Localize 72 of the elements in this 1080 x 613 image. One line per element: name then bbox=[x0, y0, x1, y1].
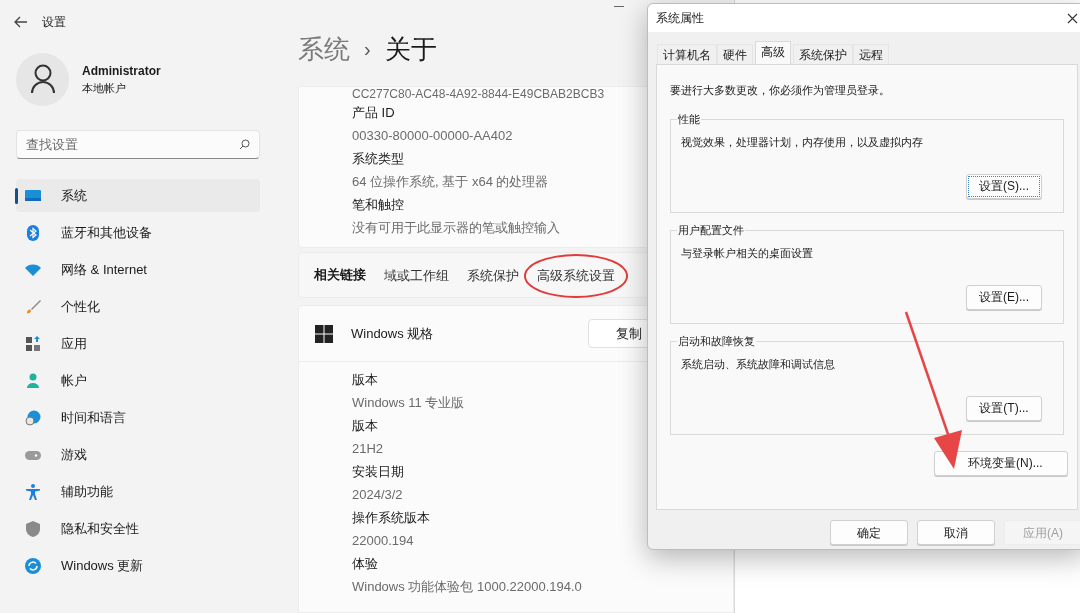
field-value: 2024/3/2 bbox=[352, 486, 403, 504]
settings-button[interactable]: 设置(S)... bbox=[966, 173, 1042, 199]
update-icon bbox=[24, 556, 42, 575]
dialog-tab[interactable]: 远程 bbox=[853, 44, 889, 64]
windows-logo-icon bbox=[315, 324, 333, 343]
nav-item[interactable]: 应用 bbox=[16, 327, 260, 360]
nav-item[interactable]: Windows 更新 bbox=[16, 549, 260, 582]
dialog-tab[interactable]: 计算机名 bbox=[657, 44, 717, 64]
bluetooth-icon bbox=[24, 223, 42, 242]
nav-item[interactable]: 辅助功能 bbox=[16, 475, 260, 508]
account-type: 本地帐户 bbox=[82, 80, 127, 96]
person-icon bbox=[24, 371, 42, 390]
field-value: 21H2 bbox=[352, 440, 384, 458]
dialog-title: 系统属性 bbox=[656, 10, 704, 27]
link[interactable]: 高级系统设置 bbox=[523, 254, 628, 298]
field-label: 版本 bbox=[352, 371, 378, 389]
admin-notice: 要进行大多数更改，你必须作为管理员登录。 bbox=[670, 83, 890, 98]
nav-item[interactable]: 游戏 bbox=[16, 438, 260, 471]
breadcrumb-parent[interactable]: 系统 bbox=[298, 29, 350, 69]
link[interactable]: 系统保护 bbox=[467, 268, 519, 283]
field-label: 系统类型 bbox=[352, 150, 404, 168]
field-value: 22000.194 bbox=[352, 532, 414, 550]
apps-icon bbox=[24, 334, 42, 353]
field-value: 没有可用于此显示器的笔或触控输入 bbox=[352, 219, 560, 237]
field-value: 64 位操作系统, 基于 x64 的处理器 bbox=[352, 173, 549, 191]
dialog-button[interactable]: 取消 bbox=[917, 520, 995, 545]
field-label: 产品 ID bbox=[352, 104, 395, 122]
search-field[interactable]: 查找设置 bbox=[16, 130, 260, 159]
field-label: 体验 bbox=[352, 555, 378, 573]
nav-item[interactable]: 隐私和安全性 bbox=[16, 512, 260, 545]
group-description: 与登录帐户相关的桌面设置 bbox=[681, 245, 813, 261]
environment-variables-button[interactable]: 环境变量(N)... bbox=[934, 450, 1068, 476]
nav-item[interactable]: 网络 & Internet bbox=[16, 253, 260, 286]
group-title: 用户配置文件 bbox=[677, 221, 745, 238]
section-title: Windows 规格 bbox=[351, 324, 434, 343]
dialog-button[interactable]: 确定 bbox=[830, 520, 908, 545]
related-links-label: 相关链接 bbox=[314, 266, 366, 285]
shield-icon bbox=[24, 519, 42, 538]
nav-item[interactable]: 时间和语言 bbox=[16, 401, 260, 434]
brush-icon bbox=[24, 297, 42, 316]
breadcrumb-separator: › bbox=[364, 37, 371, 62]
field-label: 操作系统版本 bbox=[352, 509, 430, 527]
nav-item[interactable]: 帐户 bbox=[16, 364, 260, 397]
group-description: 系统启动、系统故障和调试信息 bbox=[681, 356, 835, 372]
settings-button[interactable]: 设置(E)... bbox=[966, 284, 1042, 310]
link[interactable]: 域或工作组 bbox=[384, 268, 449, 283]
selection-indicator bbox=[15, 188, 18, 204]
user-name: Administrator bbox=[82, 62, 161, 80]
dialog-tab[interactable]: 硬件 bbox=[717, 44, 753, 64]
close-icon[interactable] bbox=[1067, 12, 1078, 24]
minimize-icon[interactable] bbox=[614, 6, 624, 8]
window-title: 设置 bbox=[42, 14, 66, 31]
field-value: Windows 功能体验包 1000.22000.194.0 bbox=[352, 578, 582, 596]
field-value: Windows 11 专业版 bbox=[352, 394, 465, 412]
dialog-tab[interactable]: 高级 bbox=[755, 41, 791, 64]
person-icon bbox=[29, 64, 56, 94]
field-label: 笔和触控 bbox=[352, 196, 404, 214]
accessibility-icon bbox=[24, 482, 42, 501]
field-value: 00330-80000-00000-AA402 bbox=[352, 127, 513, 145]
nav-item[interactable]: 系统 bbox=[16, 179, 260, 212]
settings-button[interactable]: 设置(T)... bbox=[966, 395, 1042, 421]
field-value: CC277C80-AC48-4A92-8844-E49CBAB2BCB3 bbox=[352, 87, 605, 101]
back-arrow-icon[interactable] bbox=[14, 16, 28, 28]
search-icon bbox=[239, 139, 250, 150]
nav-item[interactable]: 个性化 bbox=[16, 290, 260, 323]
field-label: 安装日期 bbox=[352, 463, 404, 481]
group-description: 视觉效果，处理器计划，内存使用，以及虚拟内存 bbox=[681, 134, 923, 150]
dialog-tab[interactable]: 系统保护 bbox=[793, 44, 853, 64]
page-title: 关于 bbox=[384, 32, 437, 66]
group-title: 启动和故障恢复 bbox=[677, 332, 756, 349]
field-label: 版本 bbox=[352, 417, 378, 435]
nav-item[interactable]: 蓝牙和其他设备 bbox=[16, 216, 260, 249]
